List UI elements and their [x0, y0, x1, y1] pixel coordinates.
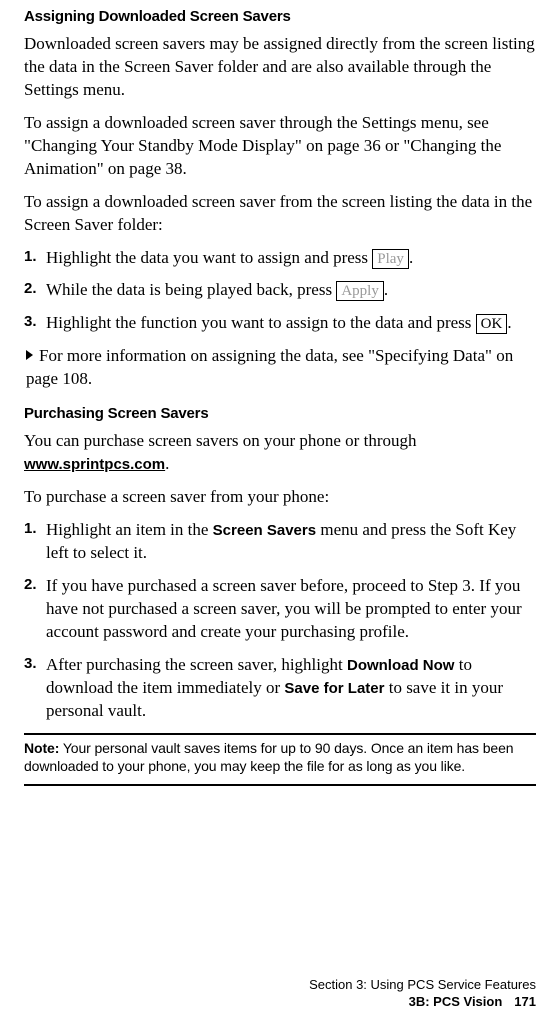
- step-number: 1.: [24, 247, 44, 270]
- step-text-pre: Highlight the function you want to assig…: [46, 313, 476, 332]
- buy-step-3: 3. After purchasing the screen saver, hi…: [24, 654, 536, 723]
- step-body: After purchasing the screen saver, highl…: [46, 654, 536, 723]
- step-body: If you have purchased a screen saver bef…: [46, 575, 536, 644]
- bold-save-for-later: Save for Later: [284, 680, 384, 697]
- step-text-post: .: [409, 248, 413, 267]
- para-intro-2: To assign a downloaded screen saver thro…: [24, 112, 536, 181]
- ok-key: OK: [476, 314, 508, 334]
- url-sprintpcs: www.sprintpcs.com: [24, 456, 165, 473]
- play-key: Play: [372, 249, 409, 269]
- para-intro-1: Downloaded screen savers may be assigned…: [24, 33, 536, 102]
- para-purchase-1: You can purchase screen savers on your p…: [24, 430, 536, 476]
- text-pre: Highlight an item in the: [46, 520, 213, 539]
- note-text: Your personal vault saves items for up t…: [24, 740, 513, 775]
- step-text-post: .: [384, 280, 388, 299]
- step-2: 2. While the data is being played back, …: [24, 279, 536, 302]
- info-bullet: For more information on assigning the da…: [24, 345, 536, 391]
- step-number: 3.: [24, 654, 44, 723]
- step-number: 2.: [24, 575, 44, 644]
- step-body: While the data is being played back, pre…: [46, 279, 536, 302]
- note-rule-top: [24, 733, 536, 735]
- heading-assigning: Assigning Downloaded Screen Savers: [24, 8, 536, 25]
- para-purchase-2: To purchase a screen saver from your pho…: [24, 486, 536, 509]
- step-text-pre: While the data is being played back, pre…: [46, 280, 336, 299]
- heading-purchasing: Purchasing Screen Savers: [24, 405, 536, 422]
- buy-step-1: 1. Highlight an item in the Screen Saver…: [24, 519, 536, 565]
- note-rule-bottom: [24, 784, 536, 786]
- buy-step-2: 2. If you have purchased a screen saver …: [24, 575, 536, 644]
- text-post: .: [165, 454, 169, 473]
- triangle-icon: [26, 350, 33, 360]
- para-intro-3: To assign a downloaded screen saver from…: [24, 191, 536, 237]
- page-footer: Section 3: Using PCS Service Features 3B…: [309, 976, 536, 1011]
- footer-page-number: 171: [514, 994, 536, 1009]
- bullet-text: For more information on assigning the da…: [26, 346, 513, 388]
- note-block: Note: Your personal vault saves items fo…: [24, 739, 536, 777]
- apply-key: Apply: [336, 281, 384, 301]
- note-label: Note:: [24, 740, 59, 756]
- text-pre: After purchasing the screen saver, highl…: [46, 655, 347, 674]
- step-body: Highlight the data you want to assign an…: [46, 247, 536, 270]
- step-number: 2.: [24, 279, 44, 302]
- step-number: 3.: [24, 312, 44, 335]
- step-1: 1. Highlight the data you want to assign…: [24, 247, 536, 270]
- step-body: Highlight an item in the Screen Savers m…: [46, 519, 536, 565]
- text-pre: You can purchase screen savers on your p…: [24, 431, 416, 450]
- footer-subsection: 3B: PCS Vision: [409, 994, 503, 1009]
- bold-download-now: Download Now: [347, 657, 455, 674]
- step-body: Highlight the function you want to assig…: [46, 312, 536, 335]
- step-3: 3. Highlight the function you want to as…: [24, 312, 536, 335]
- bold-screen-savers: Screen Savers: [213, 522, 316, 539]
- step-text-post: .: [507, 313, 511, 332]
- step-number: 1.: [24, 519, 44, 565]
- footer-section-line: Section 3: Using PCS Service Features: [309, 976, 536, 994]
- step-text-pre: Highlight the data you want to assign an…: [46, 248, 372, 267]
